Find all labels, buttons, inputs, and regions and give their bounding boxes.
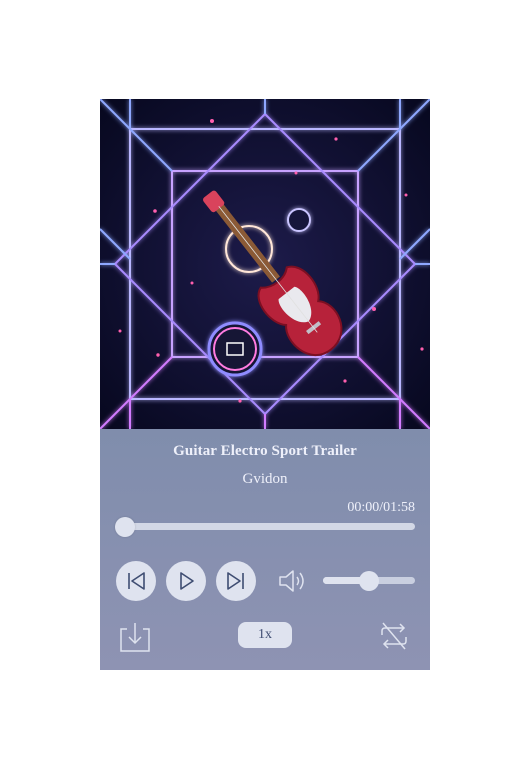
- time-display: 00:00/01:58: [347, 500, 415, 515]
- volume-thumb[interactable]: [359, 571, 379, 591]
- track-title: Guitar Electro Sport Trailer: [173, 443, 357, 459]
- track-artist: Gvidon: [242, 471, 288, 487]
- play-icon: [180, 572, 194, 590]
- repeat-button[interactable]: [377, 620, 411, 652]
- volume-icon: [279, 570, 304, 592]
- skip-next-button[interactable]: [216, 561, 256, 601]
- progress-thumb[interactable]: [115, 517, 135, 537]
- album-cover: [100, 99, 430, 429]
- play-button[interactable]: [166, 561, 206, 601]
- skip-next-icon: [227, 572, 244, 590]
- progress-bar[interactable]: [117, 523, 415, 530]
- audio-player: Guitar Electro Sport Trailer Gvidon 00:0…: [100, 99, 430, 670]
- skip-previous-icon: [128, 572, 145, 590]
- skip-previous-button[interactable]: [116, 561, 156, 601]
- album-cover-art: [100, 99, 430, 429]
- playback-speed-button[interactable]: 1x: [238, 622, 292, 648]
- download-icon: [120, 623, 150, 652]
- playback-speed-label: 1x: [258, 627, 272, 642]
- repeat-icon: [381, 622, 407, 650]
- download-button[interactable]: [118, 621, 152, 653]
- volume-button[interactable]: [277, 566, 309, 596]
